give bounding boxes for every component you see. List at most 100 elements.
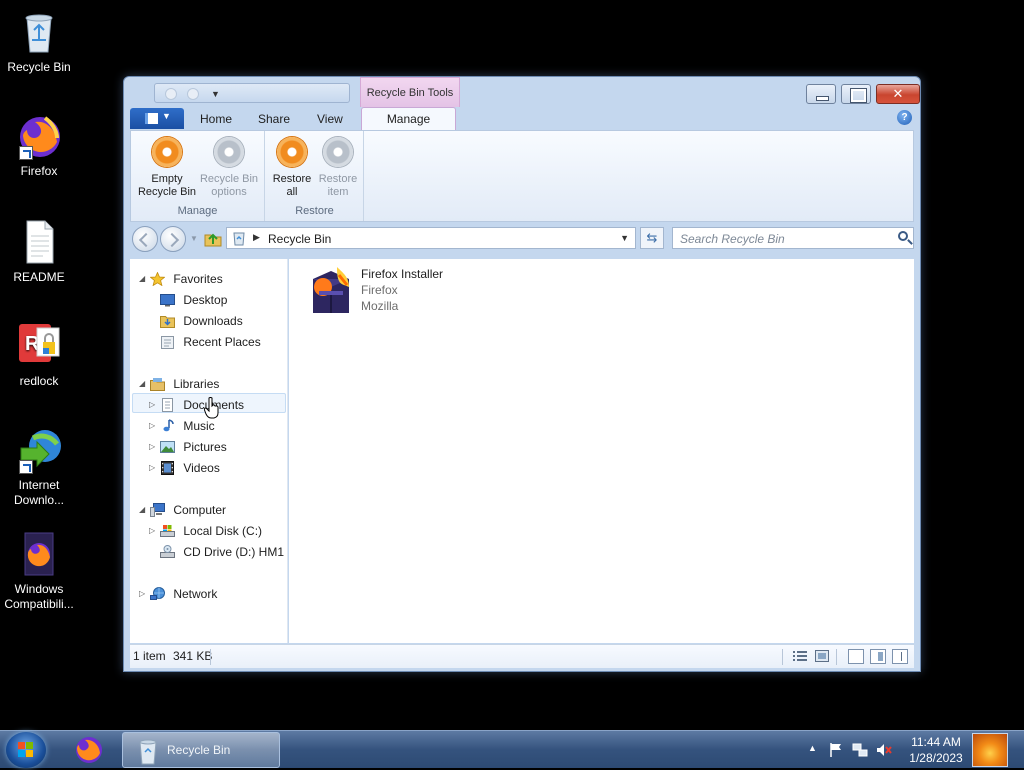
new-folder-icon[interactable] xyxy=(187,88,199,100)
nav-label: Pictures xyxy=(183,440,227,454)
show-desktop-button[interactable] xyxy=(972,733,1008,767)
explorer-window: ▼ Recycle Bin Tools ✕ ▼ Home Share View … xyxy=(123,76,921,672)
expand-icon[interactable]: ▷ xyxy=(149,395,155,415)
desktop-icon-windows-compatibility[interactable]: Windows Compatibili... xyxy=(2,530,76,612)
taskbar-recycle-bin-button[interactable]: Recycle Bin xyxy=(122,732,280,768)
nav-documents[interactable]: ▷ Documents xyxy=(149,395,244,415)
local-disk-icon xyxy=(160,524,175,538)
videos-icon xyxy=(160,461,175,475)
file-menu-button[interactable]: ▼ xyxy=(130,108,184,129)
nav-label: Libraries xyxy=(173,377,220,391)
nav-computer[interactable]: ◢ Computer xyxy=(139,500,226,520)
tab-manage[interactable]: Manage xyxy=(361,107,456,131)
expand-icon[interactable]: ▷ xyxy=(139,584,145,604)
downloads-folder-icon xyxy=(160,314,175,328)
details-view-icon[interactable] xyxy=(792,649,808,664)
address-bar[interactable]: ▶ Recycle Bin ▼ xyxy=(226,227,636,249)
refresh-icon: ⇆ xyxy=(646,230,658,245)
taskbar-firefox-button[interactable] xyxy=(66,733,112,767)
status-separator xyxy=(210,649,211,665)
breadcrumb-recycle-bin[interactable]: Recycle Bin xyxy=(268,232,331,246)
show-hidden-icons-button[interactable]: ▲ xyxy=(808,743,817,753)
hand-cursor-icon xyxy=(203,397,220,419)
desktop-icon-recycle-bin[interactable]: Recycle Bin xyxy=(2,8,76,75)
nav-cd-drive[interactable]: ▷ CD Drive (D:) HM1C xyxy=(160,542,284,562)
layout-pane-button[interactable] xyxy=(848,649,864,664)
nav-desktop[interactable]: Desktop xyxy=(160,290,227,310)
properties-icon[interactable] xyxy=(165,88,177,100)
details-pane-button[interactable] xyxy=(892,649,908,664)
chevron-down-icon[interactable]: ▼ xyxy=(211,89,220,99)
recycle-bin-icon xyxy=(135,737,161,765)
ribbon-tabs: ▼ Home Share View Manage ? xyxy=(130,107,914,131)
nav-music[interactable]: ▷ Music xyxy=(149,416,215,436)
action-center-flag-icon[interactable] xyxy=(828,742,844,758)
nav-pictures[interactable]: ▷ Pictures xyxy=(149,437,227,457)
file-list[interactable]: Firefox Installer Firefox Mozilla xyxy=(203,259,914,643)
nav-favorites[interactable]: ◢ Favorites xyxy=(139,269,223,289)
network-status-icon[interactable] xyxy=(852,742,868,758)
shortcut-arrow-icon xyxy=(19,146,33,160)
nav-label: Favorites xyxy=(173,272,223,286)
desktop-icon-firefox[interactable]: Firefox xyxy=(2,112,76,179)
nav-libraries[interactable]: ◢ Libraries xyxy=(139,374,220,394)
chevron-down-icon[interactable]: ▼ xyxy=(620,233,629,243)
file-company: Mozilla xyxy=(361,299,399,313)
search-input[interactable]: Search Recycle Bin xyxy=(672,227,914,249)
expand-icon[interactable]: ▷ xyxy=(149,437,155,457)
preview-pane-button[interactable] xyxy=(870,649,886,664)
volume-muted-icon[interactable] xyxy=(876,742,892,758)
breadcrumb-arrow-icon[interactable]: ▶ xyxy=(253,232,260,243)
file-item-firefox-installer[interactable]: Firefox Installer Firefox Mozilla xyxy=(309,265,509,321)
restore-all-icon xyxy=(277,137,307,167)
minimize-button[interactable] xyxy=(806,84,836,104)
recycle-bin-options-button[interactable]: Recycle Bin options xyxy=(197,137,261,199)
desktop-icon-label: README xyxy=(13,270,65,284)
refresh-button[interactable]: ⇆ xyxy=(640,227,664,249)
nav-videos[interactable]: ▷ Videos xyxy=(149,458,220,478)
collapse-icon[interactable]: ◢ xyxy=(139,374,145,394)
start-button[interactable] xyxy=(6,732,46,768)
button-label: Restore item xyxy=(318,173,358,198)
collapse-icon[interactable]: ◢ xyxy=(139,269,145,289)
nav-downloads[interactable]: Downloads xyxy=(160,311,243,331)
tab-home[interactable]: Home xyxy=(200,109,232,130)
music-icon xyxy=(160,419,175,433)
desktop-icon-internet-download[interactable]: Internet Downlo... xyxy=(2,426,76,508)
file-menu-icon xyxy=(145,113,158,124)
title-bar[interactable]: ▼ Recycle Bin Tools ✕ xyxy=(124,77,920,107)
help-icon[interactable]: ? xyxy=(897,110,912,125)
restore-all-button[interactable]: Restore all xyxy=(268,137,316,199)
chevron-down-icon[interactable]: ▼ xyxy=(190,234,198,243)
clock[interactable]: 11:44 AM 1/28/2023 xyxy=(900,734,972,766)
nav-recent-places[interactable]: Recent Places xyxy=(160,332,261,352)
up-folder-icon[interactable] xyxy=(204,229,222,247)
nav-network[interactable]: ▷ Network xyxy=(139,584,217,604)
recent-places-icon xyxy=(160,335,175,349)
network-icon xyxy=(150,587,165,601)
back-button[interactable] xyxy=(132,226,158,252)
recycle-bin-icon xyxy=(15,8,63,56)
nav-label: Desktop xyxy=(183,293,228,307)
quick-access-toolbar: ▼ xyxy=(154,83,350,103)
expand-icon[interactable]: ▷ xyxy=(149,458,155,478)
contextual-tab-recycle-bin-tools: Recycle Bin Tools xyxy=(360,77,460,107)
button-label: Empty Recycle Bin xyxy=(137,173,197,198)
expand-icon[interactable]: ▷ xyxy=(149,521,155,541)
nav-local-disk[interactable]: ▷ Local Disk (C:) xyxy=(149,521,262,541)
forward-button[interactable] xyxy=(160,226,186,252)
status-separator xyxy=(836,649,837,665)
expand-icon[interactable]: ▷ xyxy=(149,416,155,436)
restore-item-button[interactable]: Restore item xyxy=(314,137,362,199)
tab-view[interactable]: View xyxy=(317,109,343,130)
empty-recycle-bin-button[interactable]: Empty Recycle Bin xyxy=(135,137,199,199)
close-button[interactable]: ✕ xyxy=(876,84,920,104)
tab-share[interactable]: Share xyxy=(258,109,290,130)
desktop-icon-readme[interactable]: README xyxy=(2,218,76,285)
desktop-icon-redlock[interactable]: R redlock xyxy=(2,322,76,389)
maximize-button[interactable] xyxy=(841,84,871,104)
collapse-icon[interactable]: ◢ xyxy=(139,500,145,520)
large-icons-view-icon[interactable] xyxy=(814,649,830,664)
close-icon: ✕ xyxy=(892,86,904,101)
clock-time: 11:44 AM xyxy=(911,735,961,749)
